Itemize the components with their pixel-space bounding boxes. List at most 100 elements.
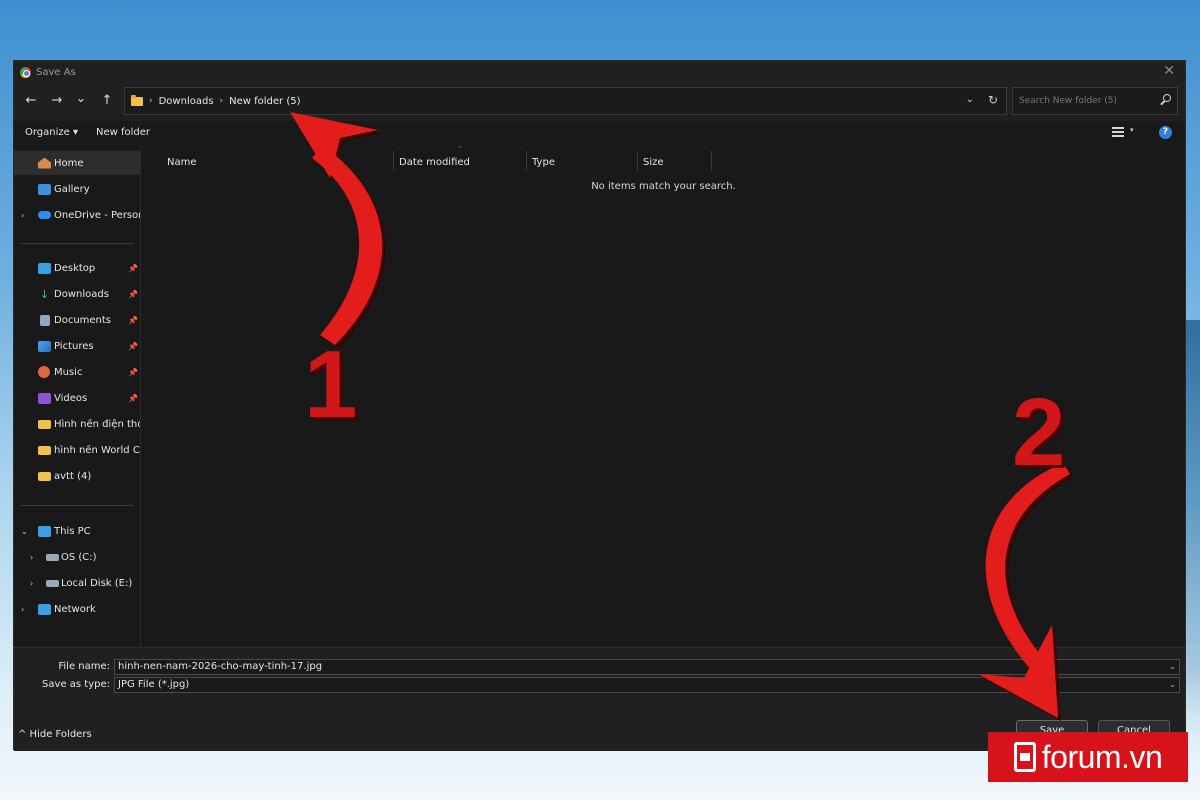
sidebar-item-network[interactable]: › Network bbox=[14, 597, 140, 621]
pin-icon[interactable]: 📌 bbox=[128, 368, 138, 377]
sidebar-item-home[interactable]: Home bbox=[14, 151, 140, 175]
sidebar-item-label: Home bbox=[54, 157, 84, 169]
expand-chevron-icon[interactable]: › bbox=[30, 579, 33, 588]
column-header-label: Date modified bbox=[399, 157, 470, 168]
sidebar-item-label: hình nền World Cup bbox=[54, 444, 140, 456]
refresh-button[interactable]: ↻ bbox=[988, 93, 998, 107]
column-header-label: Size bbox=[643, 157, 664, 168]
forward-button[interactable]: → bbox=[48, 93, 66, 108]
pin-icon[interactable]: 📌 bbox=[128, 342, 138, 351]
column-header-size[interactable]: Size bbox=[638, 151, 712, 171]
sidebar-divider bbox=[20, 505, 133, 506]
sidebar-item-label: Local Disk (E:) bbox=[61, 577, 133, 589]
pin-icon[interactable]: 📌 bbox=[128, 290, 138, 299]
sidebar-item-label: Gallery bbox=[54, 183, 90, 195]
navigation-bar: ← → ⌄ ↑ › Downloads › New folder (5) ⌄ ↻ bbox=[14, 83, 1185, 121]
close-button[interactable]: ✕ bbox=[1163, 63, 1175, 79]
breadcrumb-downloads[interactable]: Downloads bbox=[159, 96, 214, 107]
sidebar-item-label: This PC bbox=[54, 525, 91, 537]
chrome-icon bbox=[20, 66, 31, 78]
pin-icon[interactable]: 📌 bbox=[128, 316, 138, 325]
address-bar[interactable]: › Downloads › New folder (5) ⌄ ↻ bbox=[124, 87, 1007, 115]
search-icon[interactable] bbox=[1160, 94, 1171, 104]
documents-icon bbox=[40, 314, 50, 326]
sidebar-item-label: OneDrive - Persona bbox=[54, 209, 140, 221]
this-pc-icon bbox=[38, 525, 51, 537]
sidebar-item-folder-avtt[interactable]: avtt (4) bbox=[14, 464, 140, 488]
folder-icon bbox=[131, 94, 143, 106]
column-header-name[interactable]: Name bbox=[162, 151, 394, 171]
address-history-dropdown[interactable]: ⌄ bbox=[966, 94, 974, 105]
sidebar-item-desktop[interactable]: Desktop 📌 bbox=[14, 256, 140, 280]
pin-icon[interactable]: 📌 bbox=[128, 394, 138, 403]
pin-icon[interactable]: 📌 bbox=[128, 264, 138, 273]
expand-chevron-icon[interactable]: › bbox=[30, 553, 33, 562]
onedrive-icon bbox=[38, 211, 51, 219]
music-icon bbox=[38, 366, 50, 378]
view-dropdown-icon[interactable]: ▾ bbox=[1130, 126, 1134, 134]
file-name-label: File name: bbox=[58, 661, 110, 672]
recent-locations-button[interactable]: ⌄ bbox=[72, 91, 90, 106]
sidebar-divider bbox=[20, 243, 133, 244]
sidebar-item-music[interactable]: Music 📌 bbox=[14, 360, 140, 384]
search-input[interactable] bbox=[1019, 96, 1159, 106]
file-name-input[interactable]: hinh-nen-nam-2026-cho-may-tinh-17.jpg ⌄ bbox=[114, 659, 1180, 675]
sidebar-item-folder-hinh-nen-dien-thoai[interactable]: Hình nền điện thoa bbox=[14, 412, 140, 436]
sidebar-item-documents[interactable]: Documents 📌 bbox=[14, 308, 140, 332]
sidebar-item-label: OS (C:) bbox=[61, 551, 97, 563]
sidebar-item-pictures[interactable]: Pictures 📌 bbox=[14, 334, 140, 358]
view-options-icon[interactable] bbox=[1112, 127, 1124, 137]
hide-folders-button[interactable]: ^ Hide Folders bbox=[18, 729, 92, 740]
window-title: Save As bbox=[36, 66, 76, 78]
title-bar: Save As ✕ bbox=[14, 61, 1185, 83]
sforum-logo-text: forum.vn bbox=[1041, 738, 1163, 775]
videos-icon bbox=[38, 392, 51, 404]
folder-icon bbox=[38, 419, 51, 429]
organize-menu[interactable]: Organize ▾ bbox=[25, 127, 78, 138]
column-header-label: Type bbox=[532, 157, 555, 168]
search-box[interactable] bbox=[1012, 87, 1178, 115]
save-as-dialog: Save As ✕ ← → ⌄ ↑ › Downloads › New fold… bbox=[13, 60, 1186, 751]
navigation-pane: Home Gallery › OneDrive - Persona Deskto… bbox=[14, 147, 141, 647]
sidebar-item-label: Network bbox=[54, 603, 96, 615]
sforum-logo-mark-icon bbox=[1013, 742, 1036, 772]
chevron-down-icon[interactable]: ⌄ bbox=[1169, 678, 1176, 692]
sidebar-item-onedrive[interactable]: › OneDrive - Persona bbox=[14, 203, 140, 227]
file-name-value: hinh-nen-nam-2026-cho-may-tinh-17.jpg bbox=[118, 661, 323, 672]
drive-c-icon bbox=[46, 554, 59, 561]
drive-e-icon bbox=[46, 580, 59, 587]
expand-chevron-icon[interactable]: › bbox=[21, 211, 24, 220]
sidebar-item-label: avtt (4) bbox=[54, 470, 92, 482]
breadcrumb-current-folder[interactable]: New folder (5) bbox=[229, 96, 300, 107]
new-folder-button[interactable]: New folder bbox=[96, 127, 150, 138]
sidebar-item-this-pc[interactable]: ⌄ This PC bbox=[14, 519, 140, 543]
save-as-type-value: JPG File (*.jpg) bbox=[118, 679, 190, 690]
collapse-chevron-icon[interactable]: ⌄ bbox=[21, 527, 28, 536]
save-as-type-select[interactable]: JPG File (*.jpg) ⌄ bbox=[114, 677, 1180, 693]
column-header-label: Name bbox=[167, 157, 197, 168]
sidebar-item-os-c[interactable]: › OS (C:) bbox=[14, 545, 140, 569]
back-button[interactable]: ← bbox=[22, 93, 40, 108]
empty-folder-message: No items match your search. bbox=[591, 181, 736, 192]
expand-chevron-icon[interactable]: › bbox=[21, 605, 24, 614]
sidebar-item-downloads[interactable]: ↓ Downloads 📌 bbox=[14, 282, 140, 306]
breadcrumb-separator: › bbox=[149, 96, 153, 106]
chevron-down-icon[interactable]: ⌄ bbox=[1169, 660, 1176, 674]
home-icon bbox=[38, 157, 51, 169]
up-button[interactable]: ↑ bbox=[98, 93, 116, 108]
sidebar-item-gallery[interactable]: Gallery bbox=[14, 177, 140, 201]
sforum-logo: forum.vn bbox=[988, 732, 1188, 782]
gallery-icon bbox=[38, 183, 51, 195]
column-header-date-modified[interactable]: Date modified bbox=[394, 151, 527, 171]
folder-icon bbox=[38, 445, 51, 455]
help-icon[interactable]: ? bbox=[1159, 126, 1172, 139]
sidebar-item-videos[interactable]: Videos 📌 bbox=[14, 386, 140, 410]
sidebar-item-local-disk-e[interactable]: › Local Disk (E:) bbox=[14, 571, 140, 595]
sort-indicator-icon: ⌃ bbox=[457, 145, 463, 153]
save-as-type-label: Save as type: bbox=[42, 679, 110, 690]
column-header-type[interactable]: Type bbox=[527, 151, 638, 171]
sidebar-item-folder-hinh-nen-world-cup[interactable]: hình nền World Cup bbox=[14, 438, 140, 462]
step-2-label: 2 bbox=[1012, 379, 1066, 486]
breadcrumb-separator[interactable]: › bbox=[220, 96, 224, 106]
network-icon bbox=[38, 603, 51, 615]
